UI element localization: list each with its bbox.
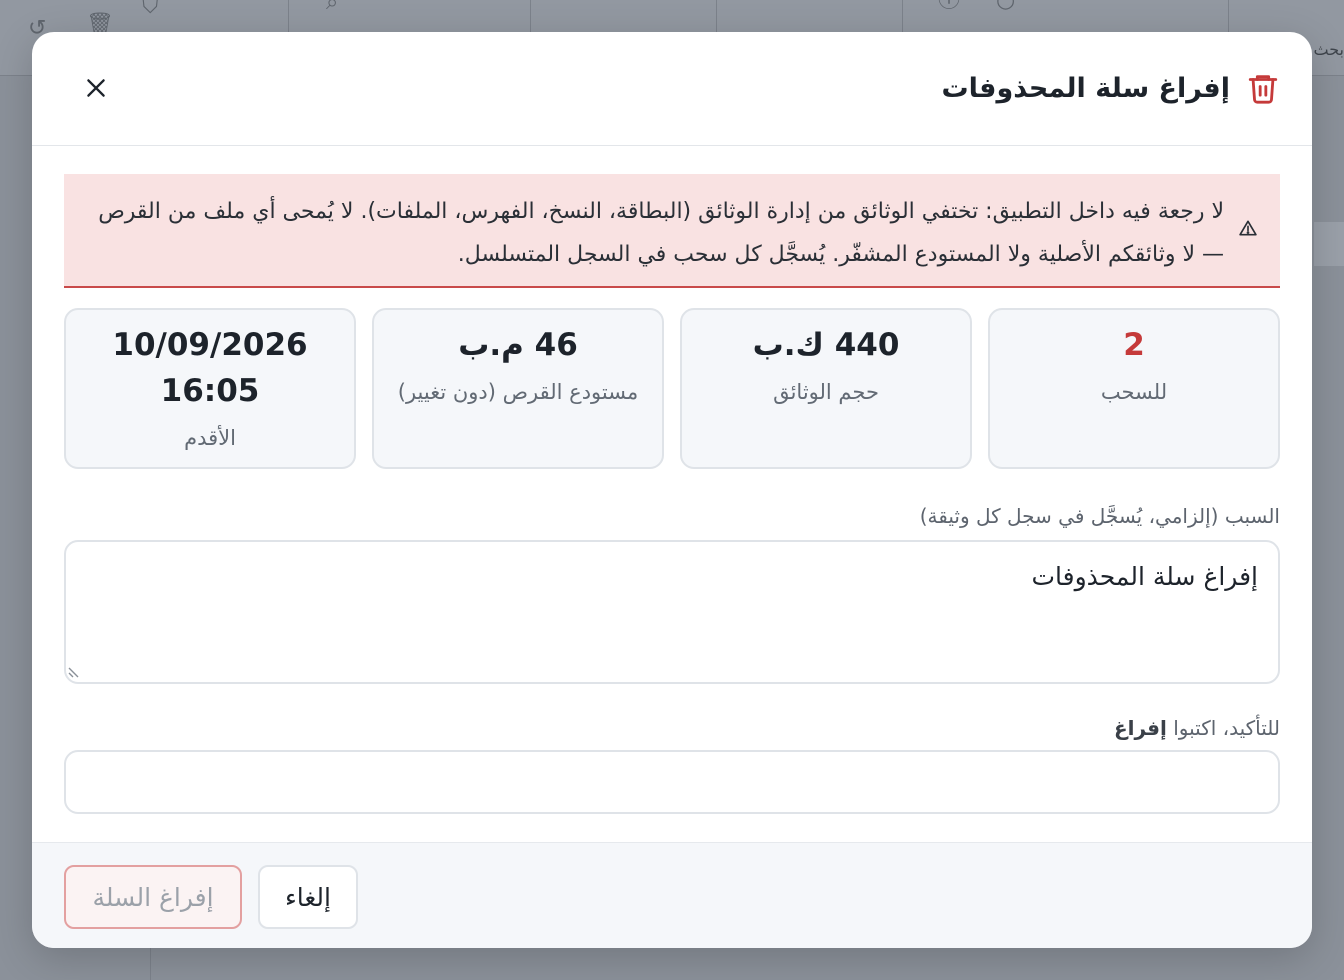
- background-divider: [150, 948, 151, 980]
- stat-label: مستودع القرص (دون تغيير): [397, 380, 639, 404]
- close-button[interactable]: [76, 68, 116, 108]
- stat-label: حجم الوثائق: [773, 380, 879, 404]
- background-list-row: [1314, 222, 1344, 266]
- circle-icon: ○: [996, 0, 1016, 13]
- warning-text: لا رجعة فيه داخل التطبيق: تختفي الوثائق …: [98, 199, 1224, 267]
- stat-card-oldest: 10/09/2026 16:05 الأقدم: [64, 308, 356, 469]
- dialog-footer: إلغاء إفراغ السلة: [32, 842, 1312, 948]
- stat-value: 2: [1123, 327, 1145, 363]
- dialog-title: إفراغ سلة المحذوفات: [941, 72, 1230, 104]
- empty-trash-button[interactable]: إفراغ السلة: [64, 865, 242, 929]
- stats-row: 2 للسحب 440 ك.ب حجم الوثائق 46 م.ب مستود…: [64, 308, 1280, 469]
- info-icon: ⓘ: [938, 0, 961, 13]
- stat-value: 10/09/2026 16:05: [112, 327, 308, 409]
- warning-triangle-icon: [1239, 220, 1257, 236]
- stat-value: 46 م.ب: [458, 327, 578, 363]
- reason-label: السبب (إلزامي، يُسجَّل في سجل كل وثيقة): [919, 504, 1280, 528]
- dialog-header: إفراغ سلة المحذوفات: [32, 32, 1312, 146]
- toolbar-divider: [288, 0, 289, 32]
- warning-banner: لا رجعة فيه داخل التطبيق: تختفي الوثائق …: [64, 174, 1280, 288]
- confirm-input[interactable]: [64, 750, 1280, 814]
- stat-label: للسحب: [1100, 380, 1168, 404]
- confirm-label: للتأكيد، اكتبوا إفراغ: [1114, 716, 1280, 740]
- confirm-keyword: إفراغ: [1113, 716, 1167, 740]
- stat-card-documents-size: 440 ك.ب حجم الوثائق: [680, 308, 972, 469]
- stat-label: الأقدم: [184, 426, 236, 450]
- empty-trash-dialog: إفراغ سلة المحذوفات لا رجعة فيه داخل الت…: [32, 32, 1312, 948]
- stat-value: 440 ك.ب: [752, 327, 900, 363]
- stat-card-disk-store: 46 م.ب مستودع القرص (دون تغيير): [372, 308, 664, 469]
- toolbar-divider: [1228, 0, 1229, 32]
- shield-icon: ⛉: [142, 0, 159, 19]
- toolbar-divider: [902, 0, 903, 32]
- toolbar-divider: [716, 0, 717, 32]
- trash-icon: [1248, 75, 1278, 104]
- close-icon: [87, 79, 105, 97]
- dialog-title-group: إفراغ سلة المحذوفات: [942, 68, 1280, 108]
- toolbar-divider: [530, 0, 531, 32]
- resize-grip-icon[interactable]: [68, 664, 82, 678]
- confirm-label-prefix: للتأكيد، اكتبوا: [1166, 716, 1280, 740]
- cancel-button[interactable]: إلغاء: [258, 865, 358, 929]
- search-icon: ⌕: [326, 0, 339, 15]
- stat-card-to-remove: 2 للسحب: [988, 308, 1280, 469]
- reason-textarea[interactable]: إفراغ سلة المحذوفات: [64, 540, 1280, 684]
